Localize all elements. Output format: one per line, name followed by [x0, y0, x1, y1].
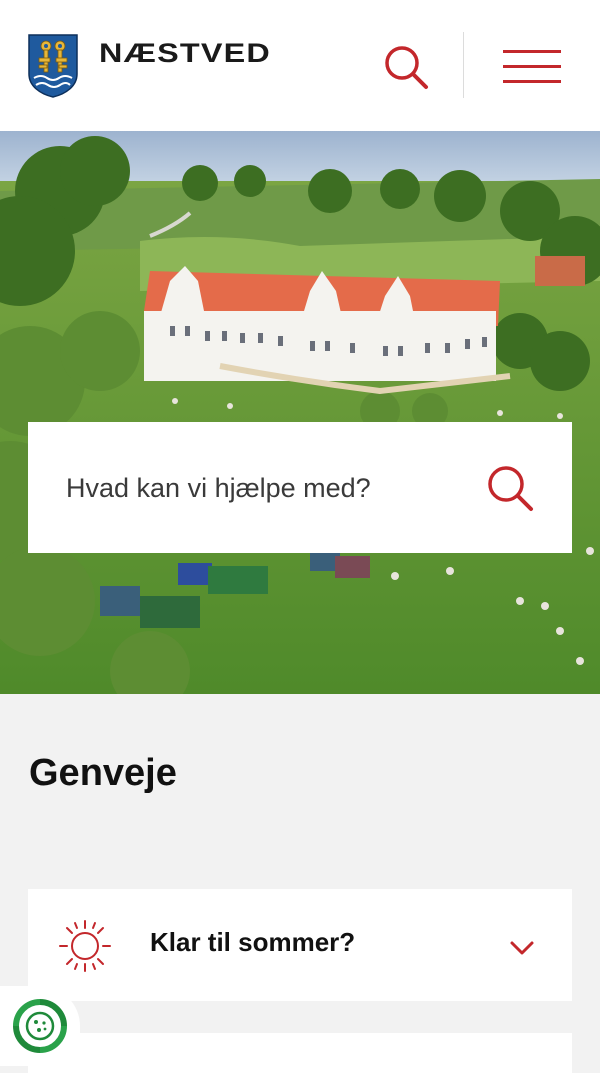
hamburger-menu-icon	[503, 50, 561, 53]
search-icon	[488, 466, 533, 511]
chevron-down-icon	[508, 937, 536, 959]
municipality-logo[interactable]: NÆSTVED	[99, 35, 277, 71]
menu-button[interactable]	[503, 48, 561, 86]
search-submit-button[interactable]	[483, 462, 535, 514]
search-input[interactable]	[66, 466, 466, 510]
hero-image	[0, 131, 600, 694]
sun-icon	[58, 919, 112, 973]
cookie-consent-icon	[13, 999, 67, 1053]
shortcut-item-next[interactable]	[28, 1033, 572, 1073]
site-search-box	[28, 422, 572, 553]
cookie-consent-button[interactable]	[0, 986, 80, 1066]
header-search-button[interactable]	[380, 42, 430, 92]
shortcut-label: Klar til sommer?	[150, 927, 356, 957]
hero-banner	[0, 131, 600, 694]
site-header: NÆSTVED	[0, 0, 600, 131]
header-divider	[463, 32, 464, 98]
shortcuts-title: Genveje	[29, 752, 177, 794]
logo-text: NÆSTVED	[99, 38, 271, 68]
municipality-crest-icon[interactable]	[28, 34, 78, 98]
search-icon	[385, 46, 428, 89]
shortcut-item-klar-til-sommer[interactable]: Klar til sommer?	[28, 889, 572, 1001]
